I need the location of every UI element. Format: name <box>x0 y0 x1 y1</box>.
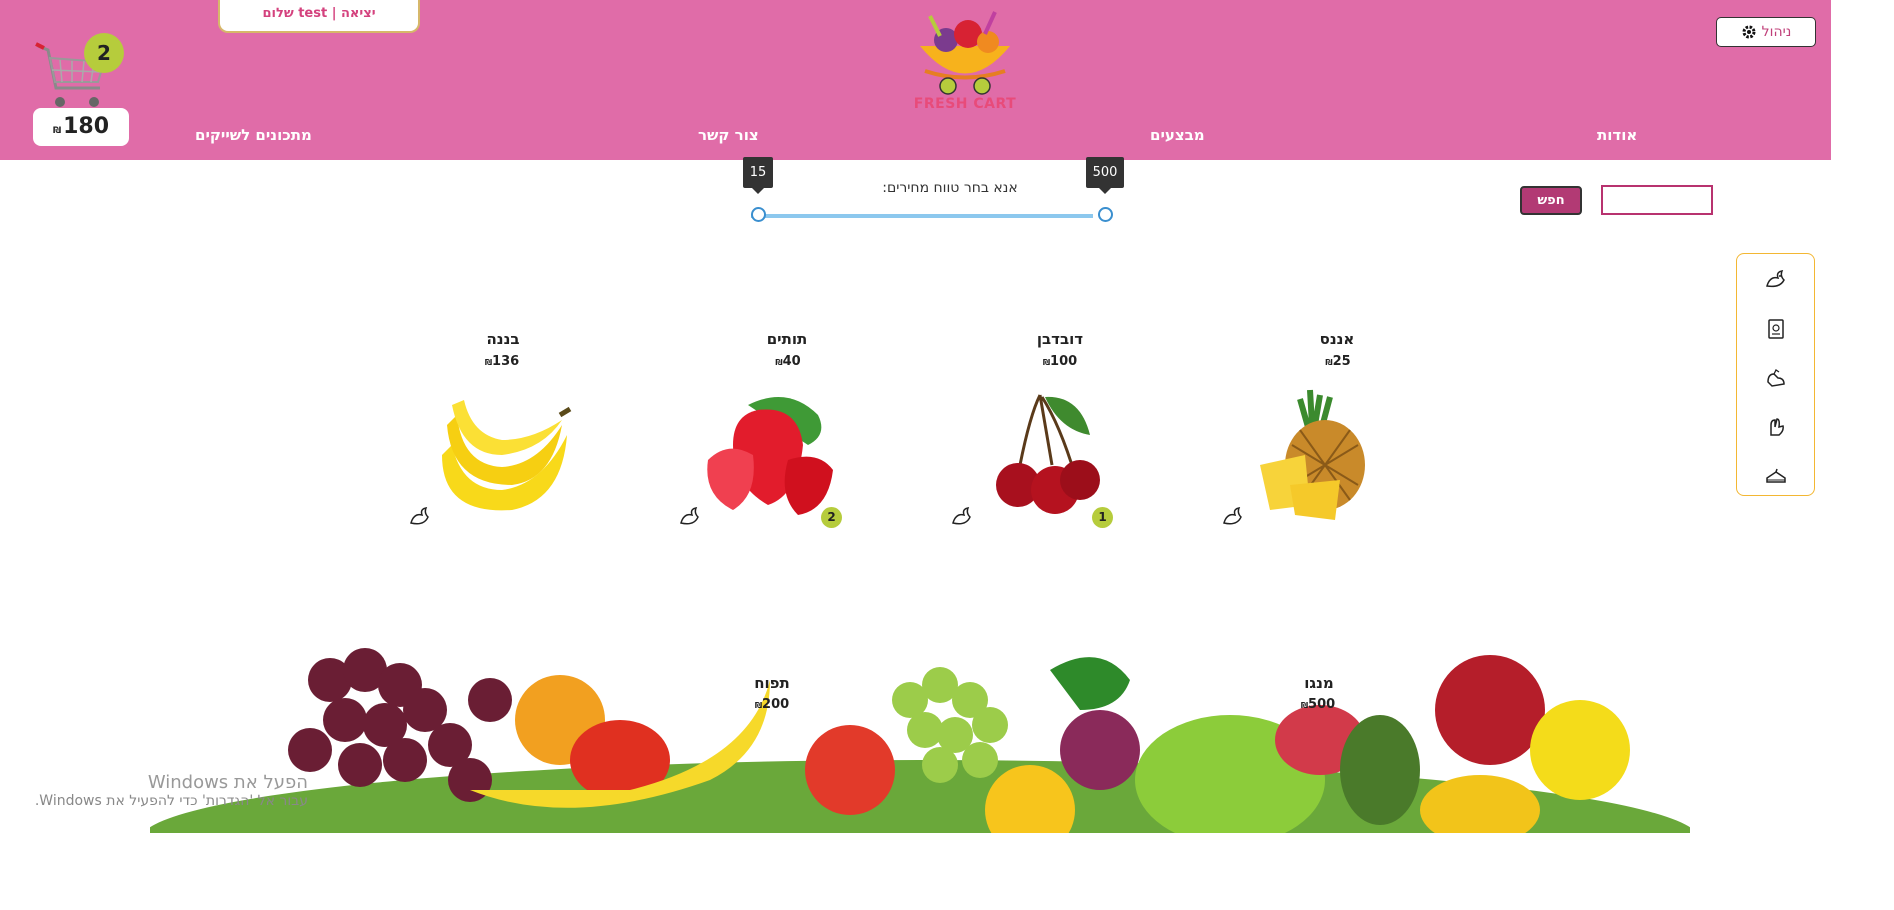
search-button[interactable]: חפש <box>1520 186 1582 215</box>
price-range-max-tooltip: 500 <box>1086 157 1124 194</box>
product-price: ₪100 <box>1020 354 1100 369</box>
quantity-badge: 2 <box>821 507 842 528</box>
nav-contact[interactable]: צור קשר <box>698 126 759 144</box>
product-price: ₪25 <box>1298 354 1378 369</box>
user-greeting-logout[interactable]: יציאה | test שלום <box>218 0 420 33</box>
watermark-subtitle: עבור אל 'הגדרות' כדי להפעיל את Windows. <box>34 793 308 809</box>
price-currency: ₪ <box>1042 358 1051 367</box>
price-value: 136 <box>492 354 520 369</box>
cake-icon[interactable] <box>1764 464 1788 488</box>
price-value: 200 <box>762 697 790 712</box>
search-input[interactable] <box>1601 185 1713 215</box>
book-icon[interactable] <box>1764 317 1788 341</box>
nav-about[interactable]: אודות <box>1597 126 1637 144</box>
dove-icon[interactable] <box>409 507 433 529</box>
nav-shake-recipes[interactable]: מתכונים לשייקים <box>195 126 312 144</box>
pineapple-image[interactable] <box>1230 385 1390 525</box>
product-name[interactable]: אננס <box>1277 330 1397 348</box>
price-range-min-tooltip: 15 <box>743 157 773 194</box>
dove-icon[interactable] <box>951 507 975 529</box>
price-range-label: אנא בחר טווח מחירים: <box>882 180 1018 196</box>
dove-icon[interactable] <box>1764 268 1788 292</box>
cart-currency: ₪ <box>52 126 62 136</box>
dove-icon[interactable] <box>1222 507 1246 529</box>
site-logo[interactable]: FRESH CART <box>910 6 1020 124</box>
admin-label: ניהול <box>1761 24 1792 40</box>
product-name[interactable]: בננה <box>443 330 563 348</box>
price-value: 40 <box>782 354 801 369</box>
hands-icon[interactable] <box>1764 366 1788 390</box>
price-value: 500 <box>1308 697 1336 712</box>
price-currency: ₪ <box>754 701 763 710</box>
price-currency: ₪ <box>1325 358 1333 367</box>
vegetables-banner-image <box>150 648 1690 833</box>
windows-activation-watermark: הפעל את Windows עבור אל 'הגדרות' כדי להפ… <box>18 772 308 809</box>
dove-icon[interactable] <box>679 507 703 529</box>
price-range-min-handle[interactable] <box>751 207 766 222</box>
quantity-badge: 1 <box>1092 507 1113 528</box>
logo-text: FRESH CART <box>913 96 1017 112</box>
price-currency: ₪ <box>484 358 493 367</box>
admin-button[interactable]: ניהול <box>1716 17 1816 47</box>
price-currency: ₪ <box>775 358 783 367</box>
gear-icon <box>1742 25 1756 39</box>
cart-total-value: 180 <box>63 114 110 139</box>
product-price: ₪200 <box>732 697 812 712</box>
banana-image[interactable] <box>422 385 582 525</box>
price-range-max-handle[interactable] <box>1098 207 1113 222</box>
nav-deals[interactable]: מבצעים <box>1150 126 1205 144</box>
product-price: ₪40 <box>748 354 828 369</box>
product-price: ₪136 <box>462 354 542 369</box>
price-value: 100 <box>1050 354 1078 369</box>
price-value: 25 <box>1332 354 1351 369</box>
product-name[interactable]: דובדבן <box>1000 330 1120 348</box>
product-name[interactable]: מנגו <box>1259 674 1379 692</box>
hand-icon[interactable] <box>1764 415 1788 439</box>
watermark-title: הפעל את Windows <box>147 772 308 793</box>
product-name[interactable]: תותים <box>727 330 847 348</box>
product-price: ₪500 <box>1278 697 1358 712</box>
price-currency: ₪ <box>1300 701 1309 710</box>
cart-total[interactable]: ₪180 <box>33 108 129 146</box>
cherry-image[interactable] <box>960 385 1120 525</box>
strawberry-image[interactable] <box>688 385 848 525</box>
category-side-panel <box>1736 253 1815 496</box>
cart-count-badge: 2 <box>84 33 124 73</box>
product-name[interactable]: תפוח <box>712 674 832 692</box>
price-range-track[interactable] <box>751 214 1093 218</box>
